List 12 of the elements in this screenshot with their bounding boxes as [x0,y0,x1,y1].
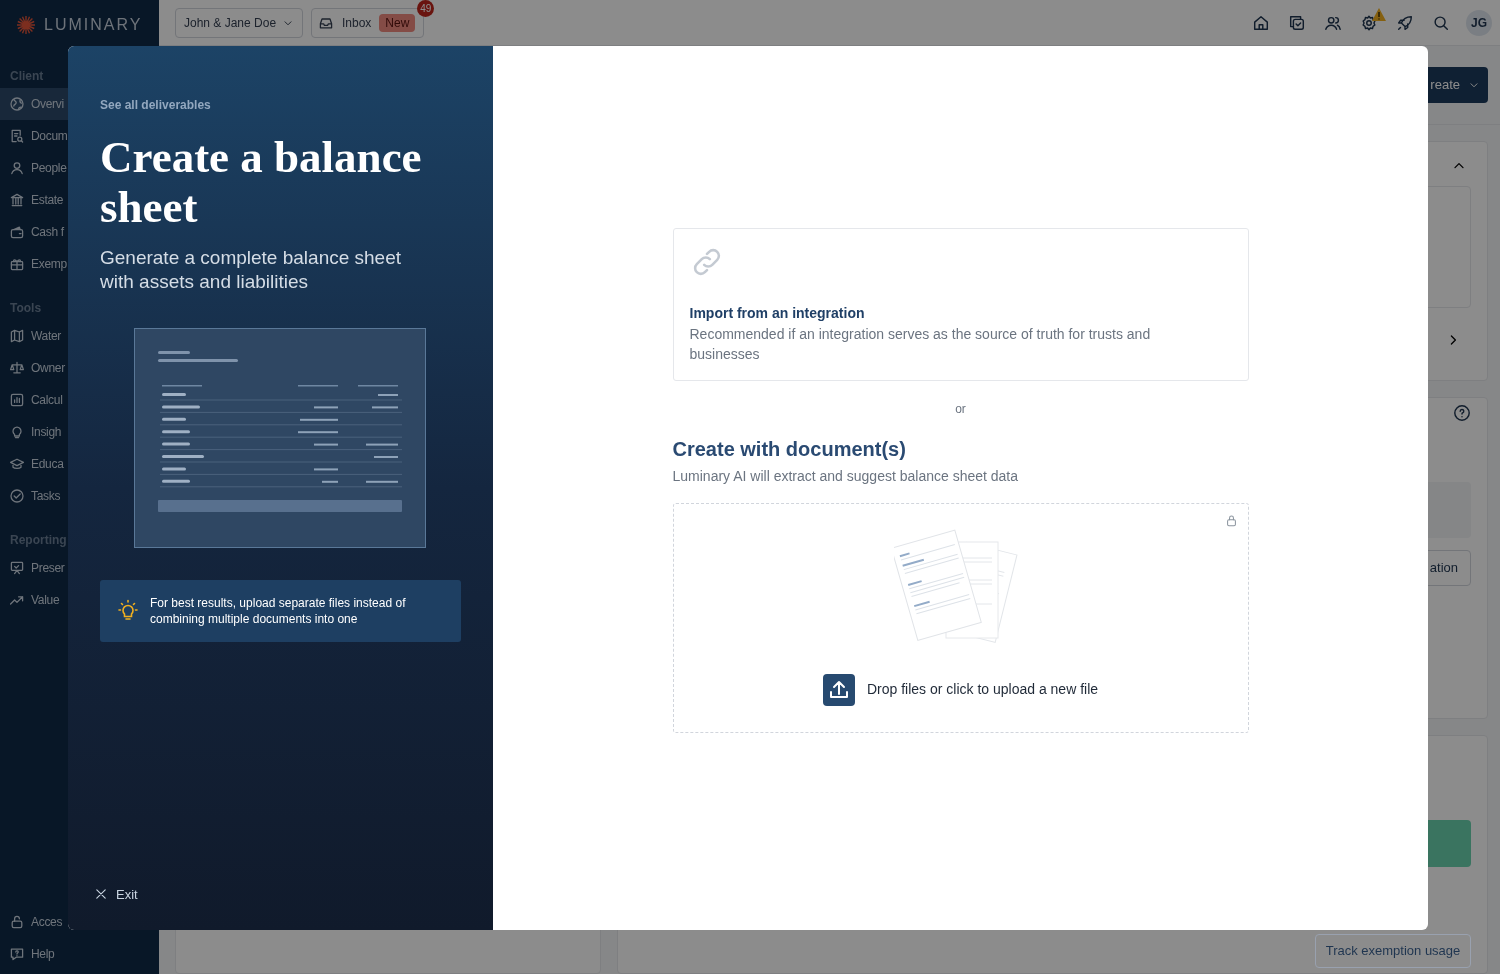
modal-subtitle: Generate a complete balance sheet with assets and liabilities [100,246,403,294]
documents-description: Luminary AI will extract and suggest balance sheet data [672,466,1020,486]
logo-text: LUMINARY [44,15,143,35]
new-badge: New [379,13,416,32]
documents-heading: Create with document(s) [672,436,907,462]
separator-text: or [955,400,966,418]
integration-description: Recommended if an integration serves as the source of truth for trusts and businesses [689,324,1152,364]
integration-title: Import from an integration [689,303,866,323]
notification-count: 49 [417,0,435,17]
dropzone-label: Drop files or click to upload a new file [866,680,1099,699]
tip-text: For best results, upload separate files instead of combining multiple documents into one [150,595,407,627]
modal-title: Create a balance sheet [100,132,423,232]
